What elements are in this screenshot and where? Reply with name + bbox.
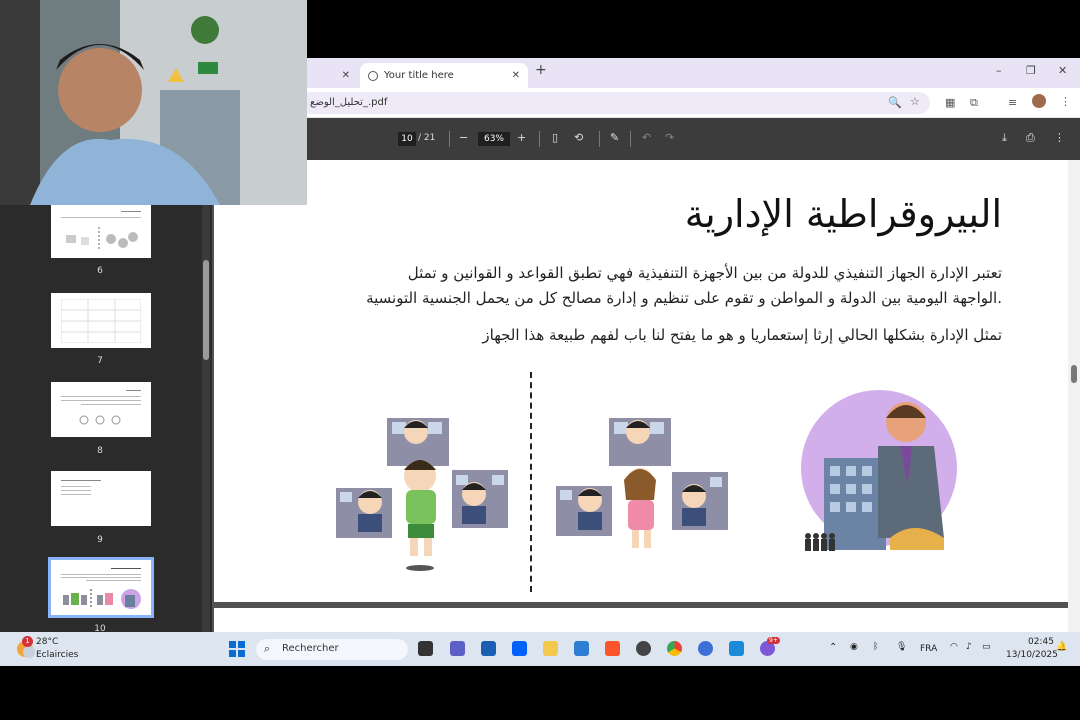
page-total: / 21 <box>418 133 436 143</box>
microphone-icon[interactable]: 🎙 <box>896 642 907 652</box>
fit-page-icon[interactable]: ▯ <box>552 131 558 144</box>
battery-icon[interactable]: ▭ <box>982 642 991 652</box>
zoom-in-button[interactable]: + <box>517 131 526 144</box>
task-view-icon[interactable] <box>418 641 433 656</box>
thumbnail-table <box>61 299 141 343</box>
illustration-workers-boy <box>336 418 508 571</box>
app-icon[interactable] <box>481 641 496 656</box>
thumbnail-number: 9 <box>97 535 103 545</box>
paragraph-2: تمثل الإدارة بشكلها الحالي إرثا إستعماري… <box>482 326 1002 344</box>
address-bar[interactable]: تحليل_الوضع_.pdf <box>300 92 930 114</box>
weather-desc: Eclaircies <box>36 650 79 660</box>
print-icon[interactable]: ⎙ <box>1026 131 1035 145</box>
star-icon[interactable]: ☆ <box>910 95 920 108</box>
dashed-divider <box>530 372 532 592</box>
bluetooth-icon[interactable]: ᛒ <box>873 642 878 652</box>
tab-pdf[interactable]: ✕ <box>300 63 358 88</box>
zoom-out-button[interactable]: − <box>459 131 468 144</box>
thumbnail-figure <box>79 415 121 425</box>
app-icon[interactable] <box>636 641 651 656</box>
wifi-icon[interactable]: ◠ <box>950 642 958 652</box>
search-icon: ⌕ <box>264 642 271 655</box>
chevron-up-icon[interactable]: ⌃ <box>829 642 837 653</box>
volume-icon[interactable]: ♪ <box>966 642 972 652</box>
maximize-button[interactable]: ❐ <box>1026 64 1036 77</box>
thumbnail-figure <box>63 589 141 609</box>
app-icon[interactable] <box>729 641 744 656</box>
annotate-icon[interactable]: ✎ <box>610 131 619 144</box>
zoom-icon[interactable]: 🔍 <box>888 96 902 109</box>
rotate-icon[interactable]: ⟲ <box>574 131 583 144</box>
illustration-workers-woman <box>556 418 728 548</box>
page-number-input[interactable]: 10 <box>398 132 416 146</box>
thumbnail-number: 6 <box>97 266 103 276</box>
tab-label: Your title here <box>384 70 454 81</box>
paragraph-1-line-1: تعتبر الإدارة الجهاز التنفيذي للدولة من … <box>407 264 1002 282</box>
url-text: تحليل_الوضع_.pdf <box>310 97 388 108</box>
new-tab-button[interactable]: + <box>535 62 547 78</box>
redo-icon[interactable]: ↷ <box>665 131 674 144</box>
pdf-viewer: البيروقراطية الإدارية تعتبر الإدارة الجه… <box>212 160 1080 638</box>
screen: ✕ Your title here ✕ + – ❐ ✕ تحليل_الوضع_… <box>0 0 1080 720</box>
thumbnail-page-10[interactable] <box>48 557 154 618</box>
menu-icon[interactable]: ⋮ <box>1060 95 1071 108</box>
clock-date[interactable]: 13/10/2025 <box>1006 650 1058 660</box>
illustration-bureaucrat <box>801 390 957 551</box>
divider <box>449 131 450 147</box>
clock-time[interactable]: 02:45 <box>1028 637 1054 647</box>
teams-icon[interactable] <box>450 641 465 656</box>
extension-icon[interactable]: ▦ <box>945 96 955 109</box>
thumbnail-page-6[interactable] <box>51 203 151 258</box>
search-label: Rechercher <box>282 643 339 654</box>
thumbnail-page-7[interactable] <box>51 293 151 348</box>
slide-title: البيروقراطية الإدارية <box>684 192 1002 236</box>
taskbar: 1 28°C Eclaircies ⌕ Rechercher 9+ ⌃ ◉ ᛒ … <box>0 632 1080 666</box>
download-icon[interactable]: ⤓ <box>1002 131 1007 145</box>
thumbnail-figure <box>66 227 138 251</box>
app-icon[interactable] <box>698 641 713 656</box>
windows-start-icon[interactable] <box>229 641 245 657</box>
discord-badge: 9+ <box>767 637 780 644</box>
close-icon[interactable]: ✕ <box>342 70 350 81</box>
sidebar-scrollbar[interactable] <box>202 160 210 632</box>
divider <box>630 131 631 147</box>
more-options-icon[interactable]: ⋮ <box>1054 131 1065 144</box>
divider <box>599 131 600 147</box>
app-icon[interactable] <box>574 641 589 656</box>
tab-your-title[interactable]: Your title here ✕ <box>360 63 528 88</box>
paragraph-1-line-2: .الواجهة اليومية بين الدولة و المواطن و … <box>366 289 1002 307</box>
chrome-icon[interactable] <box>667 641 682 656</box>
globe-icon <box>368 70 378 81</box>
media-icon[interactable]: ≡ <box>1008 96 1017 109</box>
close-window-button[interactable]: ✕ <box>1058 64 1067 77</box>
tray-icon[interactable]: ◉ <box>850 642 858 652</box>
zoom-input[interactable]: 63% <box>478 132 510 146</box>
brave-icon[interactable] <box>605 641 620 656</box>
profile-avatar[interactable] <box>1032 94 1046 108</box>
webcam-video <box>0 0 307 205</box>
thumbnail-page-8[interactable] <box>51 382 151 437</box>
puzzle-icon[interactable]: ⧉ <box>970 96 978 110</box>
dropbox-icon[interactable] <box>512 641 527 656</box>
thumbnail-number: 7 <box>97 356 103 366</box>
close-icon[interactable]: ✕ <box>512 70 520 81</box>
file-explorer-icon[interactable] <box>543 641 558 656</box>
weather-temp: 28°C <box>36 637 59 647</box>
main-scrollbar[interactable] <box>1068 160 1080 632</box>
minimize-button[interactable]: – <box>996 64 1002 77</box>
language-indicator[interactable]: FRA <box>920 644 937 654</box>
webcam-overlay <box>0 0 307 205</box>
taskbar-search[interactable]: ⌕ Rechercher <box>256 639 408 660</box>
thumbnail-page-9[interactable] <box>51 471 151 526</box>
divider <box>539 131 540 147</box>
thumbnail-number: 8 <box>97 446 103 456</box>
pdf-page: البيروقراطية الإدارية تعتبر الإدارة الجه… <box>214 160 1068 602</box>
undo-icon[interactable]: ↶ <box>642 131 651 144</box>
notification-icon[interactable]: 🔔 <box>1056 642 1067 652</box>
weather-badge: 1 <box>22 636 33 647</box>
thumbnail-sidebar: 6 7 8 9 10 <box>0 160 212 634</box>
